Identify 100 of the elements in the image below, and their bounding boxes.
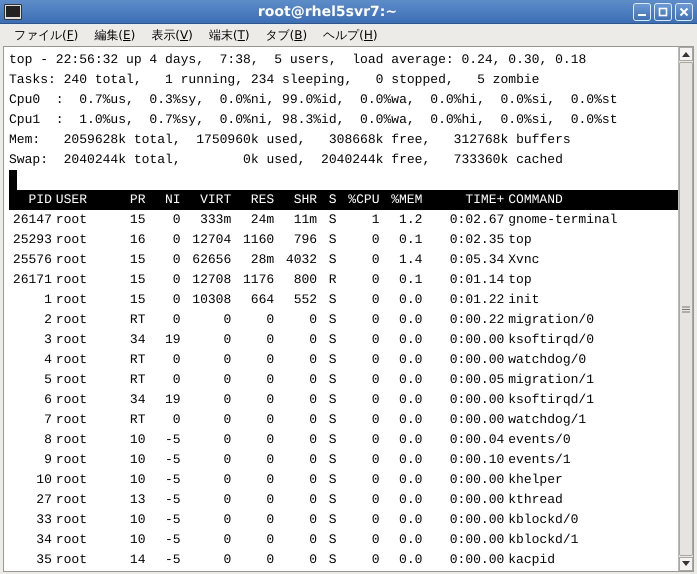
- table-cell-text: RT: [128, 351, 146, 369]
- table-cell-text: kthread: [507, 491, 564, 509]
- table-cell-text: 34: [128, 391, 146, 409]
- table-cell-text: root: [54, 471, 88, 489]
- table-cell-text: 0:00.22: [448, 311, 504, 329]
- table-cell-text: root: [54, 231, 88, 249]
- table-cell-text: S: [328, 511, 337, 529]
- table-cell-text: S: [328, 471, 337, 489]
- table-cell-text: 1.2: [398, 211, 422, 229]
- table-cell-text: 0.0: [398, 491, 422, 509]
- table-cell-text: 1160: [242, 231, 274, 249]
- table-cell-text: 1176: [242, 271, 274, 289]
- table-cell-text: 0:00.04: [448, 431, 504, 449]
- table-cell-text: 2: [43, 311, 52, 329]
- menu-item[interactable]: 編集(E): [86, 24, 144, 46]
- table-cell-text: S: [328, 411, 337, 429]
- table-cell-text: 0: [370, 251, 380, 269]
- menu-item[interactable]: 端末(T): [200, 24, 258, 46]
- table-cell-text: root: [54, 271, 88, 289]
- table-cell-text: -5: [164, 471, 181, 489]
- table-cell-text: 0.1: [398, 231, 422, 249]
- table-cell-text: S: [328, 211, 337, 229]
- table-cell-text: 10: [35, 471, 52, 489]
- table-cell-text: 15: [128, 251, 146, 269]
- column-header: USER: [54, 191, 88, 209]
- table-cell-text: events/1: [507, 451, 572, 469]
- maximize-icon: [658, 6, 668, 16]
- table-cell-text: 0: [308, 351, 318, 369]
- table-cell-text: top: [507, 231, 533, 249]
- table-cell-text: ksoftirqd/0: [507, 331, 596, 349]
- minimize-button[interactable]: [633, 2, 651, 20]
- table-cell-text: 15: [128, 291, 146, 309]
- table-cell-text: 11m: [292, 211, 318, 229]
- table-cell-text: 0: [370, 231, 380, 249]
- table-cell-text: 0: [308, 451, 318, 469]
- table-cell-text: 10308: [191, 291, 232, 309]
- menu-item[interactable]: 表示(V): [143, 24, 201, 46]
- table-cell-text: 0: [308, 471, 318, 489]
- table-cell-text: 26171: [12, 271, 52, 289]
- table-cell-text: 0: [222, 391, 232, 409]
- table-cell-text: root: [54, 531, 88, 549]
- up-arrow-icon: [682, 51, 690, 57]
- table-cell-text: watchdog/1: [507, 411, 588, 429]
- table-cell-text: 33: [35, 511, 52, 529]
- table-cell-text: 0: [308, 511, 318, 529]
- grip-icon: [682, 306, 690, 312]
- table-cell-text: 5: [43, 371, 52, 389]
- column-header: NI: [164, 191, 181, 209]
- table-cell-text: 0:02.67: [448, 211, 504, 229]
- table-cell-text: 0:00.00: [448, 511, 504, 529]
- table-cell-text: 0: [370, 451, 380, 469]
- table-cell-text: 3: [43, 331, 52, 349]
- table-cell-text: 27: [35, 491, 52, 509]
- table-cell-text: S: [328, 291, 337, 309]
- terminal-line: Cpu1 : 1.0%us, 0.7%sy, 0.0%ni, 98.3%id, 0.0%wa, 0.0%hi, 0.0%si, 0.0%st: [9, 111, 618, 129]
- table-cell-text: 4: [43, 351, 52, 369]
- table-cell-text: 0:00.00: [448, 391, 504, 409]
- table-cell-text: 10: [128, 531, 146, 549]
- table-cell-text: 6: [43, 391, 52, 409]
- table-cell-text: root: [54, 551, 88, 569]
- menu-item[interactable]: ファイル(F): [6, 24, 86, 46]
- table-cell-text: 0:00.00: [448, 531, 504, 549]
- table-cell-text: khelper: [507, 471, 564, 489]
- maximize-button[interactable]: [654, 2, 672, 20]
- close-button[interactable]: [675, 2, 693, 20]
- table-cell-text: 0: [370, 371, 380, 389]
- column-header: TIME+: [464, 191, 504, 209]
- window-title: root@rhel5svr7:~: [256, 4, 398, 20]
- column-header: COMMAND: [507, 191, 564, 209]
- table-cell-text: 0: [265, 371, 274, 389]
- table-cell-text: events/0: [507, 431, 572, 449]
- terminal-line: Tasks: 240 total, 1 running, 234 sleeping, 0 stopped, 5 zombie: [9, 71, 540, 89]
- menu-item[interactable]: ヘルプ(H): [315, 24, 386, 46]
- table-cell-text: 0: [265, 331, 274, 349]
- table-cell-text: 0: [172, 291, 181, 309]
- table-cell-text: 552: [292, 291, 318, 309]
- table-cell-text: root: [54, 311, 88, 329]
- menu-item[interactable]: タブ(B): [258, 24, 316, 46]
- table-cell-text: 0.0: [398, 331, 422, 349]
- terminal-line: Swap: 2040244k total, 0k used, 2040244k free, 733360k cached: [9, 151, 563, 169]
- table-cell-text: 25293: [12, 231, 52, 249]
- scroll-down-button[interactable]: [679, 557, 693, 571]
- table-cell-text: S: [328, 531, 337, 549]
- terminal-line: Cpu0 : 0.7%us, 0.3%sy, 0.0%ni, 99.0%id, 0.0%wa, 0.0%hi, 0.0%si, 0.0%st: [9, 91, 618, 109]
- table-cell-text: 15: [128, 271, 146, 289]
- terminal-icon: [4, 4, 22, 20]
- table-cell-text: root: [54, 451, 88, 469]
- table-cell-text: 0: [370, 431, 380, 449]
- scroll-up-button[interactable]: [679, 47, 693, 61]
- table-cell-text: 0: [370, 471, 380, 489]
- table-cell-text: 0: [370, 511, 380, 529]
- table-cell-text: S: [328, 431, 337, 449]
- close-icon: [679, 6, 689, 16]
- table-cell-text: 0.0: [398, 391, 422, 409]
- down-arrow-icon: [682, 561, 690, 567]
- table-cell-text: -5: [164, 451, 181, 469]
- table-cell-text: 34: [35, 531, 52, 549]
- table-cell-text: 0: [370, 391, 380, 409]
- table-cell-text: 0: [265, 511, 274, 529]
- terminal-line: top - 22:56:32 up 4 days, 7:38, 5 users, load average: 0.24, 0.30, 0.18: [9, 51, 586, 69]
